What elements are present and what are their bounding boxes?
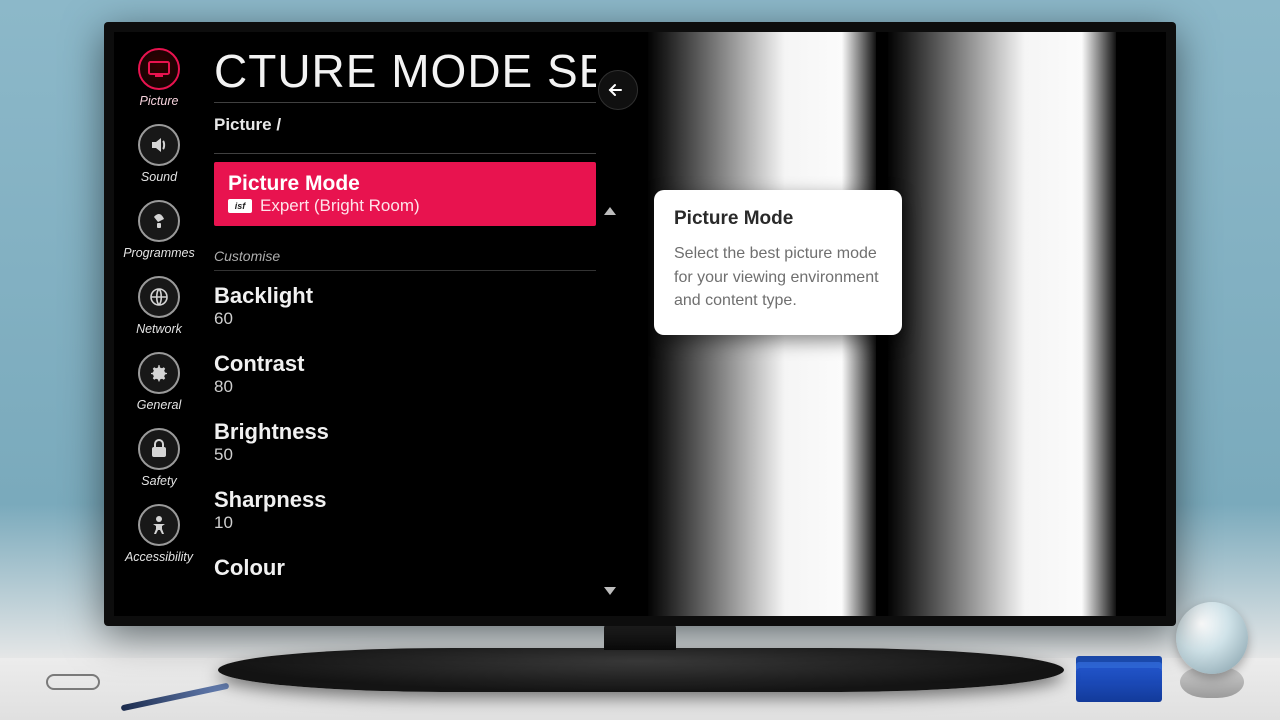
sidebar-item-label: Safety xyxy=(141,474,176,488)
setting-row-picture-mode[interactable]: Picture Mode isf Expert (Bright Room) xyxy=(214,162,596,226)
help-tooltip: Picture Mode Select the best picture mod… xyxy=(654,190,902,335)
sidebar-item-label: Programmes xyxy=(123,246,195,260)
setting-value: 80 xyxy=(214,377,596,397)
isf-badge: isf xyxy=(228,199,252,213)
sidebar-item-general[interactable]: General xyxy=(137,352,181,412)
globe-icon xyxy=(138,276,180,318)
settings-panel: CTURE MODE SE Picture / Picture Mode isf… xyxy=(214,32,596,616)
setting-label: Sharpness xyxy=(214,487,596,513)
sidebar-item-label: Sound xyxy=(141,170,177,184)
setting-label: Colour xyxy=(214,555,596,581)
setting-row-value: isf Expert (Bright Room) xyxy=(228,196,582,216)
scroll-down-icon[interactable] xyxy=(602,584,618,602)
sidebar-item-picture[interactable]: Picture xyxy=(138,48,180,108)
speaker-icon xyxy=(138,124,180,166)
sidebar-item-accessibility[interactable]: Accessibility xyxy=(125,504,193,564)
setting-row-brightness[interactable]: Brightness 50 xyxy=(214,407,596,475)
sidebar-item-label: General xyxy=(137,398,181,412)
gear-icon xyxy=(138,352,180,394)
sidebar-item-safety[interactable]: Safety xyxy=(138,428,180,488)
setting-row-contrast[interactable]: Contrast 80 xyxy=(214,339,596,407)
lock-icon xyxy=(138,428,180,470)
tooltip-body: Select the best picture mode for your vi… xyxy=(674,242,882,313)
setting-value: 60 xyxy=(214,309,596,329)
breadcrumb[interactable]: Picture / xyxy=(214,103,596,154)
sidebar-item-label: Network xyxy=(136,322,182,336)
satellite-icon xyxy=(138,200,180,242)
tv-icon xyxy=(138,48,180,90)
setting-row-sharpness[interactable]: Sharpness 10 xyxy=(214,475,596,543)
tv-frame: Picture Sound Programmes Network xyxy=(104,22,1176,626)
page-title: CTURE MODE SE xyxy=(214,32,596,103)
tooltip-title: Picture Mode xyxy=(674,208,882,230)
setting-row-colour[interactable]: Colour xyxy=(214,543,596,591)
setting-row-title: Picture Mode xyxy=(228,172,582,196)
sidebar-item-sound[interactable]: Sound xyxy=(138,124,180,184)
picture-mode-value: Expert (Bright Room) xyxy=(260,196,420,216)
sidebar-item-network[interactable]: Network xyxy=(136,276,182,336)
sidebar-item-label: Accessibility xyxy=(125,550,193,564)
setting-label: Brightness xyxy=(214,419,596,445)
setting-label: Backlight xyxy=(214,283,596,309)
sidebar-item-programmes[interactable]: Programmes xyxy=(123,200,195,260)
setting-row-backlight[interactable]: Backlight 60 xyxy=(214,271,596,339)
sidebar-item-label: Picture xyxy=(140,94,179,108)
back-button[interactable] xyxy=(598,70,638,110)
person-icon xyxy=(138,504,180,546)
settings-sidebar: Picture Sound Programmes Network xyxy=(114,40,204,616)
setting-label: Contrast xyxy=(214,351,596,377)
setting-value: 10 xyxy=(214,513,596,533)
scroll-up-icon[interactable] xyxy=(602,204,618,222)
section-label-customise: Customise xyxy=(214,248,596,271)
setting-value: 50 xyxy=(214,445,596,465)
screen: Picture Sound Programmes Network xyxy=(114,32,1166,616)
